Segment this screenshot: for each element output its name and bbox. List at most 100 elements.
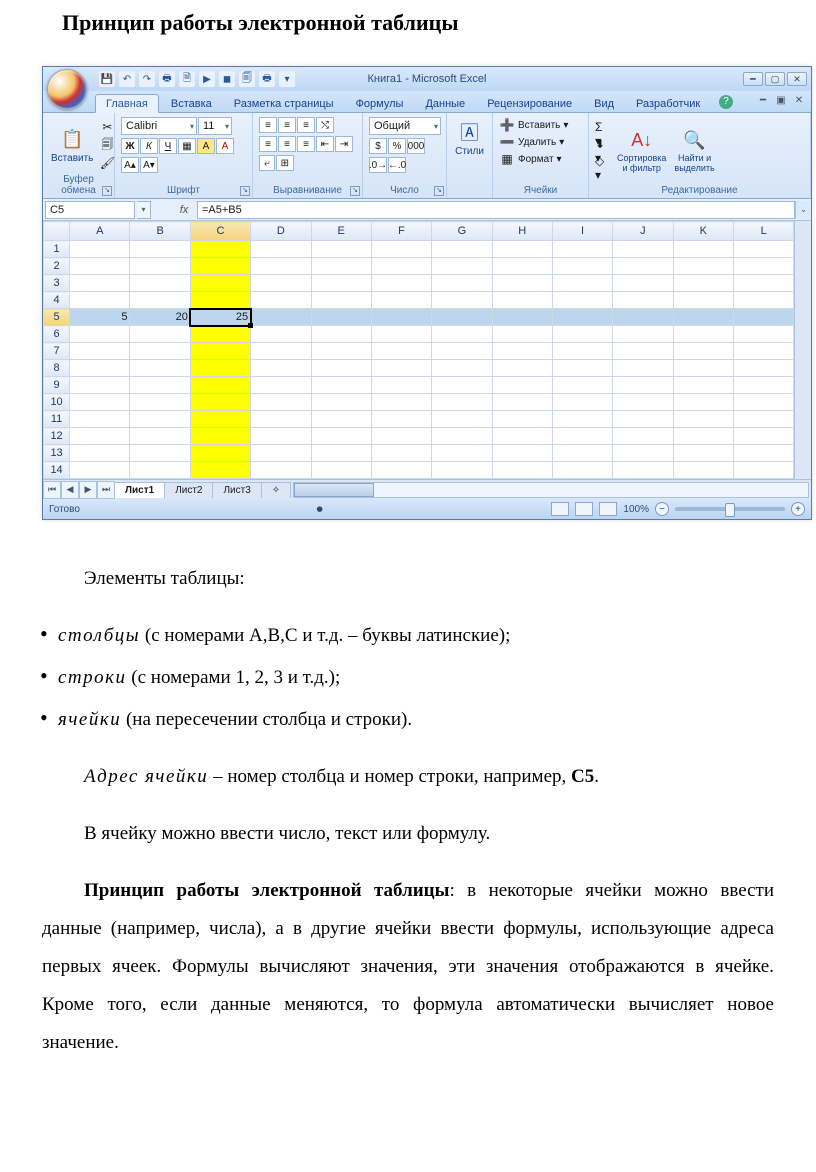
dialog-launcher-icon[interactable]: ↘ <box>102 186 112 196</box>
sheet-nav-first-icon[interactable]: ⏮ <box>43 481 61 499</box>
column-header-L[interactable]: L <box>733 222 793 241</box>
column-header-J[interactable]: J <box>613 222 673 241</box>
orientation-button[interactable]: ⤭ <box>316 117 334 133</box>
cell-D9[interactable] <box>251 377 311 394</box>
cell-L7[interactable] <box>733 343 793 360</box>
cell-K2[interactable] <box>673 258 733 275</box>
cell-E2[interactable] <box>311 258 371 275</box>
cell-H8[interactable] <box>492 360 552 377</box>
cell-B8[interactable] <box>130 360 190 377</box>
cell-E3[interactable] <box>311 275 371 292</box>
cell-F14[interactable] <box>371 462 431 479</box>
close-button[interactable]: ✕ <box>787 72 807 86</box>
column-header-H[interactable]: H <box>492 222 552 241</box>
cell-J3[interactable] <box>613 275 673 292</box>
row-header-6[interactable]: 6 <box>44 326 70 343</box>
cell-A12[interactable] <box>70 428 130 445</box>
cell-B12[interactable] <box>130 428 190 445</box>
normal-view-icon[interactable] <box>551 502 569 516</box>
tab-pagelayout[interactable]: Разметка страницы <box>224 95 344 112</box>
cell-I7[interactable] <box>552 343 612 360</box>
wrap-text-button[interactable]: ⤶ <box>259 155 275 171</box>
zoom-in-icon[interactable]: + <box>791 502 805 516</box>
sheet-tab-2[interactable]: Лист2 <box>164 482 213 498</box>
office-button[interactable] <box>47 69 87 109</box>
cell-G2[interactable] <box>432 258 492 275</box>
cell-B4[interactable] <box>130 292 190 309</box>
cell-K6[interactable] <box>673 326 733 343</box>
cell-I1[interactable] <box>552 241 612 258</box>
cell-K1[interactable] <box>673 241 733 258</box>
paste-button[interactable]: 📋 Вставить <box>49 124 95 166</box>
cell-C3[interactable] <box>190 275 250 292</box>
cell-C14[interactable] <box>190 462 250 479</box>
cell-C12[interactable] <box>190 428 250 445</box>
cell-B13[interactable] <box>130 445 190 462</box>
cell-K12[interactable] <box>673 428 733 445</box>
cell-I14[interactable] <box>552 462 612 479</box>
underline-button[interactable]: Ч <box>159 138 177 154</box>
cell-D12[interactable] <box>251 428 311 445</box>
cell-D5[interactable] <box>251 309 311 326</box>
align-middle-button[interactable]: ≡ <box>278 117 296 133</box>
cell-D8[interactable] <box>251 360 311 377</box>
cell-C6[interactable] <box>190 326 250 343</box>
tab-insert[interactable]: Вставка <box>161 95 222 112</box>
merge-button[interactable]: ⊞ <box>276 155 294 171</box>
cell-I8[interactable] <box>552 360 612 377</box>
minimize-button[interactable]: ━ <box>743 72 763 86</box>
cell-C1[interactable] <box>190 241 250 258</box>
column-header-K[interactable]: K <box>673 222 733 241</box>
cell-C7[interactable] <box>190 343 250 360</box>
cell-H10[interactable] <box>492 394 552 411</box>
cell-E7[interactable] <box>311 343 371 360</box>
cell-C9[interactable] <box>190 377 250 394</box>
find-select-button[interactable]: 🔍 Найти и выделить <box>672 125 716 176</box>
cell-H5[interactable] <box>492 309 552 326</box>
zoom-slider[interactable] <box>675 507 785 511</box>
cell-H14[interactable] <box>492 462 552 479</box>
cell-E4[interactable] <box>311 292 371 309</box>
row-header-3[interactable]: 3 <box>44 275 70 292</box>
sheet-tab-1[interactable]: Лист1 <box>114 482 165 498</box>
tab-review[interactable]: Рецензирование <box>477 95 582 112</box>
cell-B10[interactable] <box>130 394 190 411</box>
pagelayout-view-icon[interactable] <box>575 502 593 516</box>
tab-view[interactable]: Вид <box>584 95 624 112</box>
cell-F10[interactable] <box>371 394 431 411</box>
cell-H12[interactable] <box>492 428 552 445</box>
cell-L14[interactable] <box>733 462 793 479</box>
cell-D11[interactable] <box>251 411 311 428</box>
cell-I13[interactable] <box>552 445 612 462</box>
cell-K7[interactable] <box>673 343 733 360</box>
cell-H6[interactable] <box>492 326 552 343</box>
sheet-nav-prev-icon[interactable]: ◀ <box>61 481 79 499</box>
cell-I2[interactable] <box>552 258 612 275</box>
cell-L13[interactable] <box>733 445 793 462</box>
tab-formulas[interactable]: Формулы <box>346 95 414 112</box>
cell-G5[interactable] <box>432 309 492 326</box>
dec-decimal-button[interactable]: ←.0 <box>388 157 406 173</box>
redo-icon[interactable]: ↷ <box>139 71 155 87</box>
row-header-1[interactable]: 1 <box>44 241 70 258</box>
column-header-I[interactable]: I <box>552 222 612 241</box>
cell-J13[interactable] <box>613 445 673 462</box>
currency-button[interactable]: $ <box>369 138 387 154</box>
cell-L1[interactable] <box>733 241 793 258</box>
cell-A7[interactable] <box>70 343 130 360</box>
cell-A2[interactable] <box>70 258 130 275</box>
dialog-launcher-icon[interactable]: ↘ <box>434 186 444 196</box>
cell-L4[interactable] <box>733 292 793 309</box>
percent-button[interactable]: % <box>388 138 406 154</box>
cell-K13[interactable] <box>673 445 733 462</box>
cell-F5[interactable] <box>371 309 431 326</box>
cell-G14[interactable] <box>432 462 492 479</box>
cell-A8[interactable] <box>70 360 130 377</box>
cell-K8[interactable] <box>673 360 733 377</box>
namebox-dropdown-icon[interactable]: ▾ <box>137 201 151 219</box>
cell-I11[interactable] <box>552 411 612 428</box>
sheet-nav-last-icon[interactable]: ⏭ <box>97 481 115 499</box>
help-icon[interactable]: ? <box>719 95 733 109</box>
cell-K10[interactable] <box>673 394 733 411</box>
print-icon[interactable]: 🖶 <box>159 71 175 87</box>
